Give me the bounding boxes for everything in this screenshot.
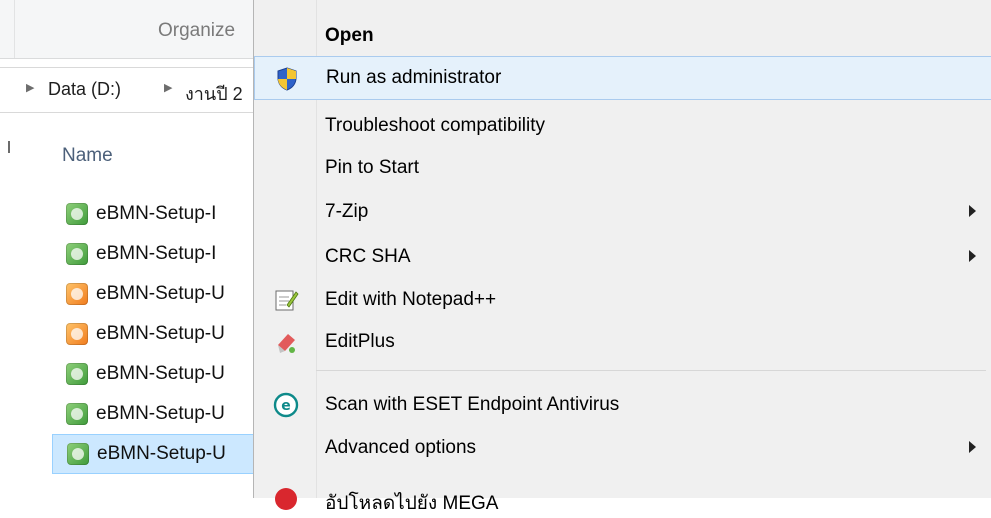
notepad-plus-plus-icon [275,290,299,311]
menu-item-7zip[interactable]: 7-Zip [254,190,991,234]
menu-item-label: EditPlus [325,331,395,352]
file-name: eBMN-Setup-I [96,243,217,264]
menu-item-label: Advanced options [325,437,477,458]
file-row[interactable]: eBMN-Setup-I [52,234,260,274]
file-name: eBMN-Setup-U [96,283,225,304]
app-icon [66,363,88,385]
menu-item-advanced-options[interactable]: Advanced options [254,426,991,470]
menu-item-edit-with-notepad-plus-plus[interactable]: Edit with Notepad++ [254,278,991,322]
app-icon [66,243,88,265]
app-icon [66,283,88,305]
app-icon [67,443,89,465]
ribbon-group-organize: Organize [158,20,236,41]
file-row-selected[interactable]: eBMN-Setup-U [52,434,260,474]
menu-item-label: CRC SHA [325,246,411,267]
editplus-icon [278,334,295,353]
menu-item-label: Run as administrator [326,67,502,88]
breadcrumb-chevron-icon[interactable]: ▶ [164,81,172,94]
menu-item-label: Pin to Start [325,157,419,178]
column-resize-handle[interactable] [8,141,10,153]
file-name: eBMN-Setup-U [97,443,226,464]
menu-item-label: Edit with Notepad++ [325,289,497,310]
context-menu: Open Run as administrator Troubleshoot c… [253,0,991,514]
eset-icon: e [273,392,299,418]
breadcrumb-item-drive[interactable]: Data (D:) [48,79,121,100]
menu-item-scan-with-eset[interactable]: e Scan with ESET Endpoint Antivirus [254,383,991,427]
menu-item-label: อัปโหลดไปยัง MEGA [325,493,499,514]
ribbon: Organize [0,0,260,59]
submenu-arrow-icon [969,250,976,262]
address-bar[interactable]: ▶ Data (D:) ▶ งานปี 2 [0,67,260,113]
menu-separator [316,370,986,371]
menu-item-open[interactable]: Open [254,14,991,58]
app-icon [66,323,88,345]
breadcrumb-item-folder[interactable]: งานปี 2 [185,79,243,108]
menu-item-label: Troubleshoot compatibility [325,115,546,136]
mega-icon [275,488,297,510]
file-row[interactable]: eBMN-Setup-U [52,354,260,394]
submenu-arrow-icon [969,441,976,453]
file-row[interactable]: eBMN-Setup-U [52,274,260,314]
menu-item-crc-sha[interactable]: CRC SHA [254,235,991,279]
ribbon-divider [14,0,15,58]
app-icon [66,403,88,425]
uac-shield-icon [277,67,297,91]
app-icon [66,203,88,225]
file-row[interactable]: eBMN-Setup-U [52,314,260,354]
menu-item-label: Open [325,25,374,46]
file-explorer-window: Organize ▶ Data (D:) ▶ งานปี 2 Name eBMN… [0,0,260,498]
file-name: eBMN-Setup-I [96,203,217,224]
menu-item-editplus[interactable]: EditPlus [254,320,991,364]
file-name: eBMN-Setup-U [96,323,225,344]
file-name: eBMN-Setup-U [96,403,225,424]
file-list: eBMN-Setup-I eBMN-Setup-I eBMN-Setup-U e… [52,194,262,474]
menu-item-pin-to-start[interactable]: Pin to Start [254,146,991,190]
menu-item-label: 7-Zip [325,201,369,222]
file-row[interactable]: eBMN-Setup-U [52,394,260,434]
menu-item-upload-to-mega[interactable]: อัปโหลดไปยัง MEGA [254,474,991,518]
menu-item-run-as-administrator[interactable]: Run as administrator [254,56,991,100]
submenu-arrow-icon [969,205,976,217]
column-header-name[interactable]: Name [62,145,113,167]
menu-item-label: Scan with ESET Endpoint Antivirus [325,394,620,415]
svg-text:e: e [281,398,291,414]
breadcrumb-chevron-icon[interactable]: ▶ [26,81,34,94]
file-row[interactable]: eBMN-Setup-I [52,194,260,234]
file-name: eBMN-Setup-U [96,363,225,384]
menu-item-troubleshoot-compatibility[interactable]: Troubleshoot compatibility [254,104,991,148]
